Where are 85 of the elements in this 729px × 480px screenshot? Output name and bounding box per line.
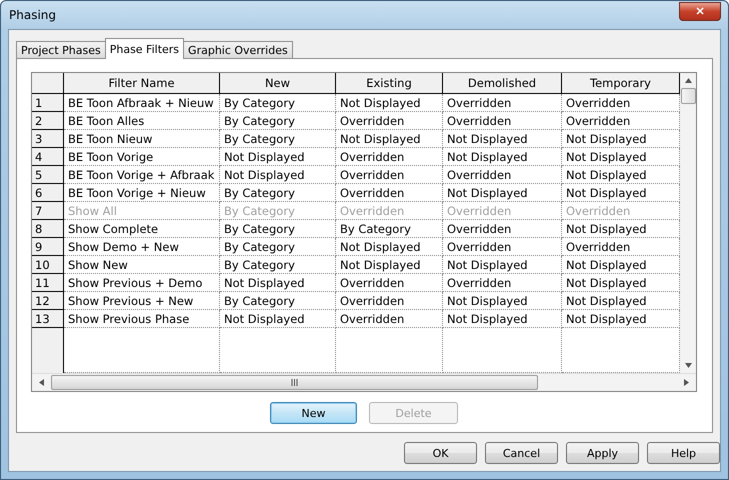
table-cell[interactable]: By Category [220, 112, 336, 130]
table-cell[interactable]: By Category [220, 256, 336, 274]
tab[interactable]: Project Phases [16, 41, 106, 58]
table-cell[interactable]: Not Displayed [220, 274, 336, 292]
table-cell[interactable]: Overridden [336, 292, 443, 310]
row-number[interactable]: 4 [32, 148, 64, 166]
table-cell[interactable]: Overridden [443, 274, 562, 292]
table-cell[interactable]: Not Displayed [443, 292, 562, 310]
panel-button[interactable]: New [270, 402, 357, 424]
table-cell[interactable]: Not Displayed [220, 148, 336, 166]
row-number[interactable]: 10 [32, 256, 64, 274]
dialog-button[interactable]: Cancel [485, 442, 558, 464]
table-cell[interactable]: Overridden [336, 148, 443, 166]
scroll-thumb[interactable] [51, 375, 538, 390]
table-cell[interactable]: Not Displayed [336, 94, 443, 112]
table-cell[interactable]: Show Complete [64, 220, 220, 238]
dialog-button[interactable]: Help [647, 442, 720, 464]
table-cell[interactable]: Not Displayed [443, 184, 562, 202]
table-cell[interactable]: BE Toon Vorige + Afbraak [64, 166, 220, 184]
row-number[interactable]: 1 [32, 94, 64, 112]
table-cell[interactable]: BE Toon Nieuw [64, 130, 220, 148]
tab[interactable]: Phase Filters [104, 38, 184, 59]
column-header[interactable]: Demolished [443, 73, 562, 94]
table-cell[interactable]: Show Demo + New [64, 238, 220, 256]
table-cell[interactable]: Overridden [443, 220, 562, 238]
table-cell[interactable]: By Category [220, 130, 336, 148]
table-cell[interactable]: Not Displayed [336, 256, 443, 274]
scroll-left-icon[interactable] [39, 379, 44, 386]
table-cell[interactable]: Not Displayed [336, 238, 443, 256]
table-cell[interactable]: Overridden [443, 112, 562, 130]
scroll-up-icon[interactable] [684, 78, 692, 83]
scroll-thumb[interactable] [680, 88, 696, 104]
table-cell[interactable]: Not Displayed [220, 166, 336, 184]
corner-header [32, 73, 64, 94]
table-cell[interactable]: Overridden [443, 94, 562, 112]
table-cell[interactable]: By Category [220, 184, 336, 202]
table-cell[interactable]: Show Previous Phase [64, 310, 220, 328]
column-header[interactable]: Temporary [562, 73, 680, 94]
vertical-scrollbar[interactable] [680, 73, 696, 373]
scroll-down-icon[interactable] [684, 363, 692, 368]
table-cell[interactable]: By Category [220, 220, 336, 238]
row-number[interactable]: 2 [32, 112, 64, 130]
dialog-button[interactable]: Apply [566, 442, 639, 464]
table-cell[interactable]: Show Previous + New [64, 292, 220, 310]
scroll-right-icon[interactable] [684, 379, 689, 386]
row-number[interactable]: 13 [32, 310, 64, 328]
grip-icon [291, 379, 298, 386]
horizontal-scrollbar[interactable] [32, 373, 696, 391]
table-cell[interactable]: Show Previous + Demo [64, 274, 220, 292]
row-number[interactable]: 12 [32, 292, 64, 310]
table-cell[interactable]: BE Toon Alles [64, 112, 220, 130]
table-cell[interactable]: Not Displayed [220, 310, 336, 328]
table-cell[interactable]: Not Displayed [443, 130, 562, 148]
table-cell[interactable]: By Category [220, 238, 336, 256]
column-header[interactable]: New [220, 73, 336, 94]
column-header[interactable]: Existing [336, 73, 443, 94]
row-number[interactable]: 6 [32, 184, 64, 202]
table-cell[interactable]: Overridden [443, 238, 562, 256]
table-cell[interactable]: BE Toon Vorige + Nieuw [64, 184, 220, 202]
table-cell[interactable]: Overridden [336, 184, 443, 202]
table-cell[interactable]: BE Toon Vorige [64, 148, 220, 166]
table-cell[interactable]: Overridden [336, 166, 443, 184]
table-cell[interactable]: Overridden [336, 274, 443, 292]
dialog-button[interactable]: OK [404, 442, 477, 464]
table-cell[interactable]: By Category [220, 292, 336, 310]
table-cell[interactable]: By Category [220, 94, 336, 112]
table-cell[interactable]: Overridden [443, 166, 562, 184]
table-cell[interactable]: Not Displayed [336, 130, 443, 148]
tab[interactable]: Graphic Overrides [183, 41, 293, 58]
column-header[interactable]: Filter Name [64, 73, 220, 94]
table-cell[interactable]: Not Displayed [443, 310, 562, 328]
table-cell[interactable]: Overridden [336, 112, 443, 130]
row-number[interactable]: 3 [32, 130, 64, 148]
table-cell[interactable]: Overridden [336, 310, 443, 328]
window-title: Phasing [9, 8, 56, 22]
row-number[interactable]: 11 [32, 274, 64, 292]
table-cell[interactable]: BE Toon Afbraak + Nieuw [64, 94, 220, 112]
table-cell[interactable]: By Category [336, 220, 443, 238]
row-number[interactable]: 5 [32, 166, 64, 184]
table-cell[interactable]: Not Displayed [443, 256, 562, 274]
table-cell[interactable]: Not Displayed [443, 148, 562, 166]
row-number[interactable]: 9 [32, 238, 64, 256]
close-button[interactable]: ✕ [679, 2, 721, 20]
table-cell[interactable]: Show New [64, 256, 220, 274]
row-number[interactable]: 8 [32, 220, 64, 238]
